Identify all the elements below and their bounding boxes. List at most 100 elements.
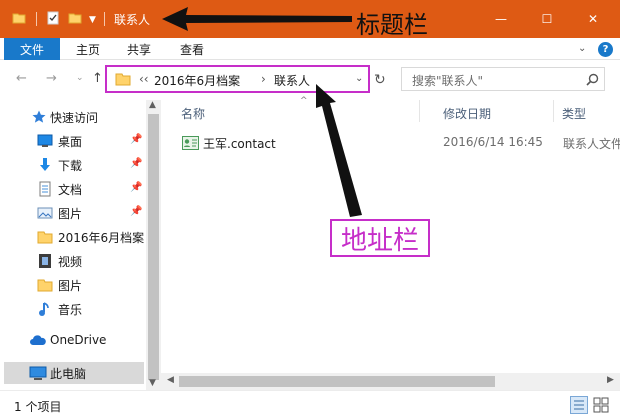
title-bar: ▼ 联系人 标题栏 — ☐ ✕: [0, 0, 620, 39]
scroll-up-icon[interactable]: ▲: [149, 100, 156, 110]
video-icon: [37, 253, 53, 269]
scroll-down-icon[interactable]: ▼: [149, 378, 156, 388]
folder-icon[interactable]: [12, 11, 26, 25]
contact-file-icon: [182, 136, 199, 153]
customize-quick-access-icon[interactable]: ▼: [89, 15, 96, 25]
file-list-horizontal-scrollbar[interactable]: ◀ ▶: [161, 373, 620, 390]
address-prefix-chevron[interactable]: ‹‹: [139, 72, 149, 86]
item-count: 1 个项目: [14, 400, 62, 414]
tab-view[interactable]: 查看: [180, 41, 204, 58]
document-icon: [37, 181, 53, 197]
titlebar-separator: [36, 12, 37, 26]
close-button[interactable]: ✕: [570, 0, 616, 38]
sidebar-item-onedrive[interactable]: OneDrive: [0, 330, 146, 352]
breadcrumb-segment[interactable]: 2016年6月档案: [154, 72, 240, 89]
close-icon: ✕: [587, 12, 599, 26]
scroll-right-icon[interactable]: ▶: [607, 375, 614, 385]
titlebar-annotation-label: 标题栏: [356, 11, 428, 39]
column-divider[interactable]: [553, 100, 554, 122]
sidebar-item-label: 下载: [58, 159, 83, 173]
folder-icon: [37, 277, 53, 293]
sidebar-item-pictures-folder[interactable]: 图片: [0, 274, 146, 296]
new-folder-icon[interactable]: [68, 11, 82, 25]
pin-icon[interactable]: 📌: [130, 206, 142, 217]
folder-icon: [37, 229, 53, 245]
column-header-type[interactable]: 类型: [562, 105, 586, 122]
search-box[interactable]: 搜索"联系人": [401, 67, 605, 91]
folder-icon: [115, 72, 131, 89]
file-type: 联系人文件: [563, 137, 620, 151]
expand-ribbon-icon[interactable]: ⌄: [578, 43, 586, 54]
sidebar-item-folder-2016-06[interactable]: 2016年6月档案: [0, 226, 146, 248]
sidebar-item-label: 视频: [58, 255, 83, 269]
address-bar[interactable]: ‹‹ 2016年6月档案 › 联系人 ⌄: [105, 65, 370, 93]
column-header-date-modified[interactable]: 修改日期: [443, 105, 491, 122]
pin-icon[interactable]: 📌: [130, 158, 142, 169]
sidebar-item-label: 文档: [58, 183, 83, 197]
window-title: 联系人: [114, 13, 151, 27]
breadcrumb-segment[interactable]: 联系人: [274, 72, 310, 89]
tab-file[interactable]: 文件: [4, 38, 60, 60]
file-name: 王军.contact: [203, 137, 276, 151]
music-icon: [37, 301, 53, 317]
properties-icon[interactable]: [46, 11, 60, 25]
sidebar-item-pictures[interactable]: 图片 📌: [0, 202, 146, 224]
tab-share[interactable]: 共享: [127, 41, 151, 58]
star-icon: [31, 109, 47, 125]
pin-icon[interactable]: 📌: [130, 182, 142, 193]
scroll-left-icon[interactable]: ◀: [167, 375, 174, 385]
sidebar-scrollbar[interactable]: ▲ ▼: [146, 100, 161, 390]
sort-ascending-icon: ^: [300, 96, 308, 106]
sidebar-item-videos[interactable]: 视频: [0, 250, 146, 272]
search-icon[interactable]: [586, 73, 599, 89]
sidebar-item-label: 快速访问: [50, 111, 99, 125]
navigation-bar: ← → ⌄ ↑ ‹‹ 2016年6月档案 › 联系人 ⌄ ↻ 搜索"联系人": [0, 60, 620, 100]
list-item[interactable]: 王军.contact 2016/6/14 16:45 联系人文件: [177, 132, 620, 154]
status-bar: 1 个项目: [0, 390, 620, 420]
column-divider[interactable]: [419, 100, 420, 122]
up-button[interactable]: ↑: [92, 71, 103, 86]
sidebar-item-label: 图片: [58, 279, 83, 293]
sidebar-item-label: 图片: [58, 207, 83, 221]
search-placeholder: 搜索"联系人": [412, 74, 484, 88]
navigation-pane: 快速访问 桌面 📌 下载 📌 文档 📌 图片 📌 2016年6月档案 视频 图片…: [0, 100, 161, 390]
large-icons-view-icon[interactable]: [592, 396, 610, 414]
sidebar-item-music[interactable]: 音乐: [0, 298, 146, 320]
scrollbar-thumb[interactable]: [179, 376, 495, 387]
file-date-modified: 2016/6/14 16:45: [443, 135, 543, 149]
pictures-icon: [37, 205, 53, 221]
sidebar-item-label: 桌面: [58, 135, 83, 149]
address-bar-annotation-label: 地址栏: [330, 219, 430, 257]
sidebar-item-quick-access[interactable]: 快速访问: [0, 106, 146, 128]
back-button[interactable]: ←: [16, 71, 27, 86]
desktop-icon: [37, 133, 53, 149]
sidebar-item-label: 此电脑: [50, 367, 87, 381]
computer-icon: [29, 365, 47, 381]
tab-home[interactable]: 主页: [76, 41, 100, 58]
pin-icon[interactable]: 📌: [130, 134, 142, 145]
sidebar-item-label: OneDrive: [50, 333, 107, 347]
minimize-icon: —: [495, 12, 507, 26]
sidebar-item-downloads[interactable]: 下载 📌: [0, 154, 146, 176]
sidebar-item-this-pc[interactable]: 此电脑: [0, 362, 146, 384]
forward-button[interactable]: →: [46, 71, 57, 86]
address-dropdown-icon[interactable]: ⌄: [355, 73, 363, 84]
sidebar-item-label: 音乐: [58, 303, 83, 317]
sidebar-item-desktop[interactable]: 桌面 📌: [0, 130, 146, 152]
sidebar-item-documents[interactable]: 文档 📌: [0, 178, 146, 200]
maximize-icon: ☐: [541, 12, 553, 26]
maximize-button[interactable]: ☐: [524, 0, 570, 38]
column-header-name[interactable]: 名称: [181, 105, 205, 122]
sidebar-item-label: 2016年6月档案: [58, 231, 145, 245]
breadcrumb-separator[interactable]: ›: [261, 72, 266, 86]
minimize-button[interactable]: —: [478, 0, 524, 38]
recent-locations-icon[interactable]: ⌄: [76, 73, 84, 83]
ribbon-tabs: 文件 主页 共享 查看 ⌄ ?: [0, 38, 620, 60]
onedrive-cloud-icon: [29, 333, 46, 349]
titlebar-separator: [104, 12, 105, 26]
details-view-icon[interactable]: [570, 396, 588, 414]
refresh-icon[interactable]: ↻: [374, 72, 386, 88]
download-icon: [37, 157, 53, 173]
help-icon[interactable]: ?: [598, 42, 613, 57]
scrollbar-thumb[interactable]: [148, 114, 159, 380]
